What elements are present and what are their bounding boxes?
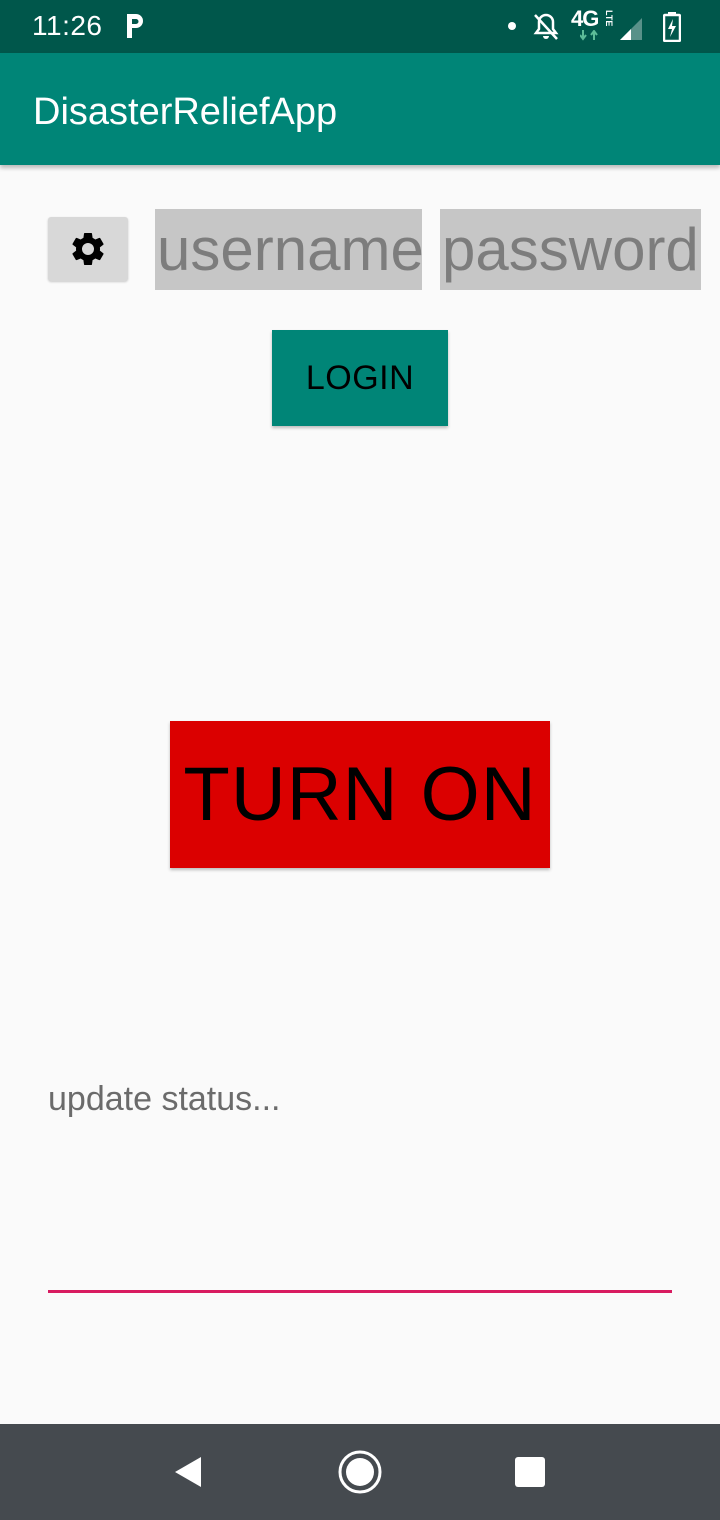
password-field-container xyxy=(440,209,701,290)
login-button[interactable]: LOGIN xyxy=(272,330,448,426)
signal-icon xyxy=(620,18,642,40)
back-button[interactable] xyxy=(140,1424,236,1520)
home-button[interactable] xyxy=(312,1424,408,1520)
network-sub: LTE xyxy=(604,10,614,27)
login-button-label: LOGIN xyxy=(305,358,415,397)
bell-off-icon xyxy=(533,13,559,40)
p-app-icon xyxy=(127,14,143,38)
turn-on-button-label: TURN ON xyxy=(183,752,537,837)
username-field-container xyxy=(155,209,422,290)
notification-dot-icon xyxy=(508,22,516,30)
settings-button[interactable] xyxy=(48,217,128,281)
app-bar: DisasterReliefApp xyxy=(0,53,720,165)
status-bar: 11:26 4G LTE xyxy=(0,0,720,53)
turn-on-button[interactable]: TURN ON xyxy=(170,721,550,868)
navigation-bar xyxy=(0,1424,720,1520)
home-icon xyxy=(338,1450,382,1494)
status-update-container xyxy=(48,1080,672,1295)
app-title: DisasterReliefApp xyxy=(33,91,338,133)
status-input-underline xyxy=(48,1290,672,1293)
gear-icon xyxy=(72,232,104,265)
status-time: 11:26 xyxy=(32,10,103,41)
recents-icon xyxy=(515,1457,545,1487)
username-input[interactable] xyxy=(157,209,422,290)
status-update-input[interactable] xyxy=(48,1080,672,1290)
password-input[interactable] xyxy=(442,209,701,290)
recents-button[interactable] xyxy=(482,1424,578,1520)
back-icon xyxy=(175,1457,201,1487)
network-type: 4G xyxy=(571,6,599,31)
battery-charging-icon xyxy=(663,12,681,42)
data-arrows-icon xyxy=(580,30,598,41)
